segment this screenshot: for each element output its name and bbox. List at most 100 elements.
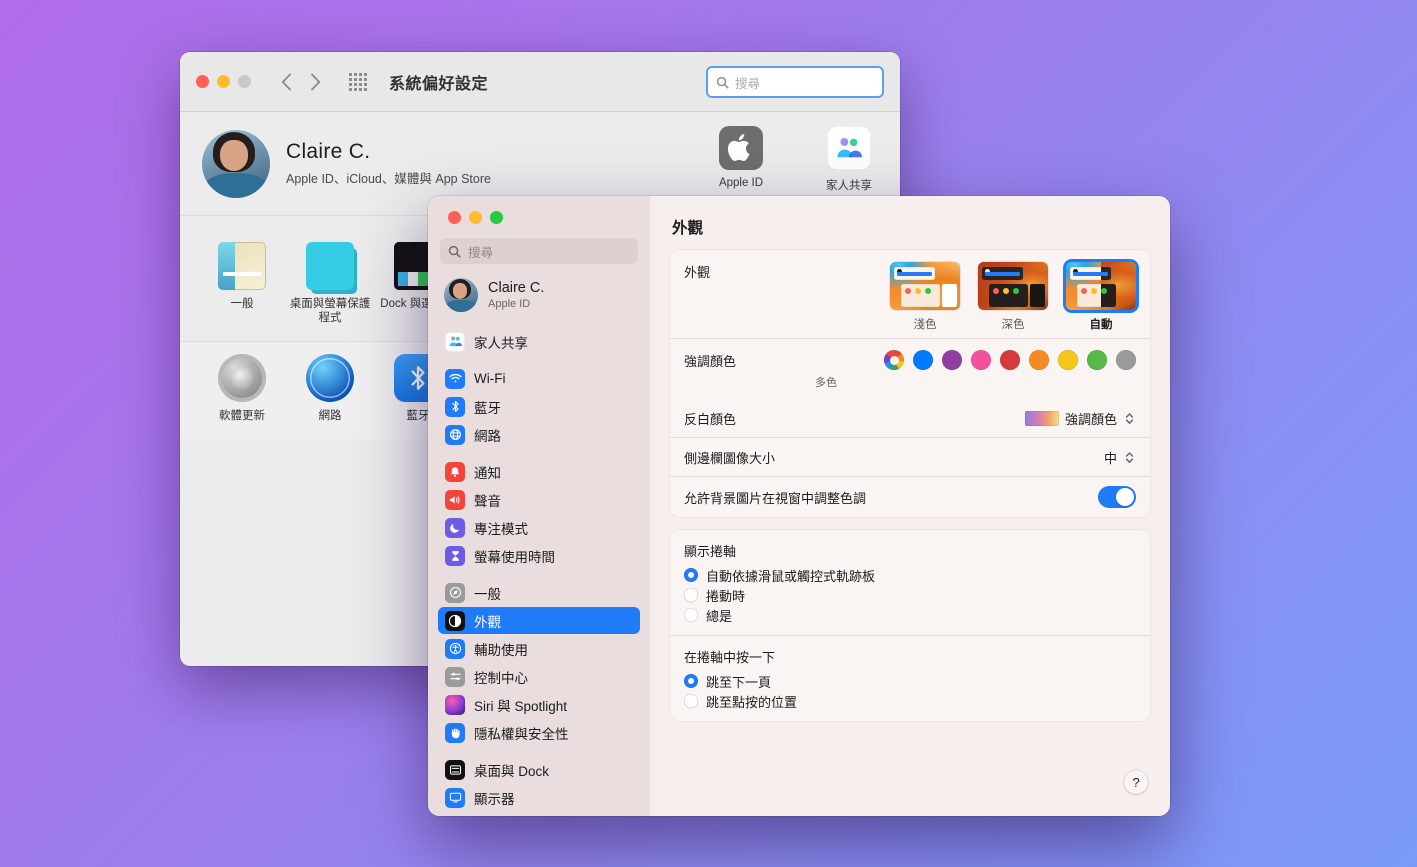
sidebar-item-apple-id[interactable]: Claire C. Apple ID xyxy=(438,274,640,318)
sidebar-item-siri-spotlight[interactable]: Siri 與 Spotlight xyxy=(438,691,640,718)
scrollbars-card: 顯示捲軸 自動依據滑鼠或觸控式軌跡板 捲動時 總是 在捲軸中按 xyxy=(670,530,1150,721)
accessibility-icon xyxy=(445,639,465,659)
forward-arrow-icon[interactable] xyxy=(310,73,321,91)
sidebar-item-privacy-security[interactable]: 隱私權與安全性 xyxy=(438,719,640,746)
accent-swatch-green[interactable] xyxy=(1087,350,1107,370)
chevron-updown-icon[interactable] xyxy=(1123,408,1136,428)
pane-apple-id[interactable]: Apple ID xyxy=(698,126,784,193)
sidebar-item-displays[interactable]: 顯示器 xyxy=(438,784,640,811)
click-scrollbar-block: 在捲軸中按一下 跳至下一頁 跳至點按的位置 xyxy=(670,635,1150,721)
sidebar-item-label: 網路 xyxy=(474,425,501,445)
sidebar-icon-size-row[interactable]: 側邊欄圖像大小 中 xyxy=(670,437,1150,476)
accent-swatch-red[interactable] xyxy=(1000,350,1020,370)
close-button[interactable] xyxy=(448,211,461,224)
wifi-icon xyxy=(445,369,465,389)
chevron-updown-icon[interactable] xyxy=(1123,447,1136,467)
accent-swatch-orange[interactable] xyxy=(1029,350,1049,370)
settings-search-input[interactable]: 搜尋 xyxy=(440,238,638,264)
appearance-option-auto[interactable]: 自動 xyxy=(1066,262,1136,332)
accent-swatch-graphite[interactable] xyxy=(1116,350,1136,370)
minimize-button[interactable] xyxy=(469,211,482,224)
show-scrollbars-option-when-scrolling[interactable]: 捲動時 xyxy=(684,585,1136,605)
family-sharing-icon xyxy=(445,332,465,352)
sidebar-item-wifi[interactable]: Wi-Fi xyxy=(438,365,640,392)
radio-button[interactable] xyxy=(684,588,698,602)
zoom-button[interactable] xyxy=(490,211,503,224)
click-scrollbar-option-jump-to-spot[interactable]: 跳至點按的位置 xyxy=(684,691,1136,711)
sidebar-item-control-center[interactable]: 控制中心 xyxy=(438,663,640,690)
sidebar-item-label: 隱私權與安全性 xyxy=(474,723,569,743)
nav-arrows[interactable] xyxy=(281,73,321,91)
sidebar-item-appearance[interactable]: 外觀 xyxy=(438,607,640,634)
prefs-search-field[interactable]: 搜尋 xyxy=(706,66,884,98)
pref-pane-desktop-screensaver[interactable]: 桌面與螢幕保護程式 xyxy=(286,242,374,325)
sidebar-item-focus[interactable]: 專注模式 xyxy=(438,514,640,541)
allow-wallpaper-tint-row[interactable]: 允許背景圖片在視窗中調整色調 xyxy=(670,476,1150,517)
sidebar-item-general[interactable]: 一般 xyxy=(438,579,640,606)
pref-pane-network[interactable]: 網路 xyxy=(286,354,374,423)
avatar xyxy=(444,278,478,312)
radio-button[interactable] xyxy=(684,694,698,708)
prefs-search-placeholder: 搜尋 xyxy=(735,73,760,92)
accent-swatch-blue[interactable] xyxy=(913,350,933,370)
highlight-gradient-swatch xyxy=(1025,411,1059,426)
settings-traffic-lights[interactable] xyxy=(438,196,640,224)
pane-family-sharing[interactable]: 家人共享 xyxy=(806,126,892,193)
minimize-button[interactable] xyxy=(217,75,230,88)
close-button[interactable] xyxy=(196,75,209,88)
sidebar-item-label: 控制中心 xyxy=(474,667,528,687)
sidebar-item-screen-time[interactable]: 螢幕使用時間 xyxy=(438,542,640,569)
show-all-grid-icon[interactable] xyxy=(349,73,367,91)
sidebar-item-sound[interactable]: 聲音 xyxy=(438,486,640,513)
appearance-option-light[interactable]: 淺色 xyxy=(890,262,960,332)
sidebar-item-bluetooth[interactable]: 藍牙 xyxy=(438,393,640,420)
accent-swatch-multicolor[interactable] xyxy=(884,350,904,370)
sidebar-item-label: 桌面與 Dock xyxy=(474,760,549,780)
radio-button[interactable] xyxy=(684,608,698,622)
accent-swatch-purple[interactable] xyxy=(942,350,962,370)
accent-color-label: 強調顏色 xyxy=(684,351,884,370)
back-arrow-icon[interactable] xyxy=(281,73,292,91)
appearance-option-caption: 淺色 xyxy=(890,316,960,332)
sidebar-group-desktop: 桌面與 Dock 顯示器 xyxy=(438,756,640,811)
radio-button[interactable] xyxy=(684,674,698,688)
window-traffic-lights[interactable] xyxy=(196,75,251,88)
pref-pane-software-update[interactable]: 軟體更新 xyxy=(198,354,286,423)
show-scrollbars-title: 顯示捲軸 xyxy=(684,541,1136,560)
radio-label: 跳至點按的位置 xyxy=(706,692,797,711)
sidebar-item-network[interactable]: 網路 xyxy=(438,421,640,448)
allow-wallpaper-tint-toggle[interactable] xyxy=(1098,486,1136,508)
apple-logo-icon xyxy=(719,126,763,170)
sidebar-item-desktop-dock[interactable]: 桌面與 Dock xyxy=(438,756,640,783)
appearance-card: 外觀 淺色 xyxy=(670,250,1150,517)
accent-color-swatches[interactable] xyxy=(884,350,1136,370)
sidebar-item-notifications[interactable]: 通知 xyxy=(438,458,640,485)
sidebar-item-accessibility[interactable]: 輔助使用 xyxy=(438,635,640,662)
accent-color-row: 強調顏色 xyxy=(670,338,1150,374)
sidebar-item-family-sharing[interactable]: 家人共享 xyxy=(438,328,640,355)
pane-label: Apple ID xyxy=(698,177,784,189)
show-scrollbars-option-always[interactable]: 總是 xyxy=(684,605,1136,625)
help-button[interactable]: ? xyxy=(1124,770,1148,794)
sidebar-icon-size-label: 側邊欄圖像大小 xyxy=(684,448,1104,467)
click-scrollbar-option-next-page[interactable]: 跳至下一頁 xyxy=(684,671,1136,691)
control-center-icon xyxy=(445,667,465,687)
sidebar-item-label: 家人共享 xyxy=(474,332,528,352)
sidebar-item-label: Wi-Fi xyxy=(474,371,505,386)
highlight-color-row[interactable]: 反白顏色 強調顏色 xyxy=(670,399,1150,437)
show-scrollbars-block: 顯示捲軸 自動依據滑鼠或觸控式軌跡板 捲動時 總是 xyxy=(670,530,1150,635)
sidebar-item-label: Siri 與 Spotlight xyxy=(474,695,567,715)
account-text: Claire C. Apple ID、iCloud、媒體與 App Store xyxy=(286,140,491,187)
radio-button[interactable] xyxy=(684,568,698,582)
account-shortcut-icons: Apple ID 家人共享 xyxy=(698,126,892,193)
zoom-button xyxy=(238,75,251,88)
accent-swatch-pink[interactable] xyxy=(971,350,991,370)
appearance-option-dark[interactable]: 深色 xyxy=(978,262,1048,332)
pane-label: 家人共享 xyxy=(806,177,892,193)
appearance-options[interactable]: 淺色 深色 xyxy=(890,262,1136,332)
system-settings-window[interactable]: 搜尋 Claire C. Apple ID 家人共享 xyxy=(428,196,1170,816)
pref-pane-general[interactable]: 一般 xyxy=(198,242,286,325)
show-scrollbars-option-auto[interactable]: 自動依據滑鼠或觸控式軌跡板 xyxy=(684,565,1136,585)
appearance-option-caption: 自動 xyxy=(1066,316,1136,332)
accent-swatch-yellow[interactable] xyxy=(1058,350,1078,370)
